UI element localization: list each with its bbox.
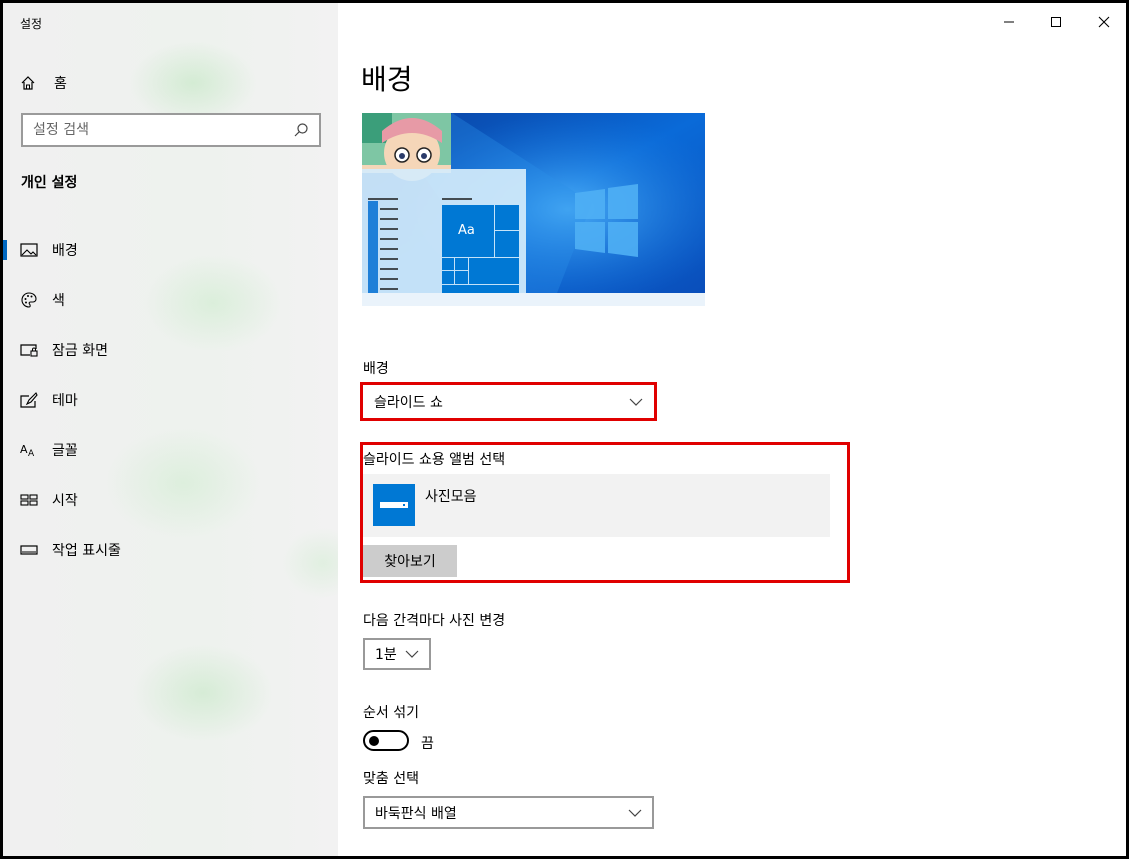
chevron-down-icon: [628, 809, 642, 817]
home-icon: [20, 75, 36, 91]
start-menu-icon: [20, 491, 38, 509]
sidebar-item-label: 색: [52, 293, 65, 309]
theme-brush-icon: [20, 391, 38, 409]
interval-label: 다음 간격마다 사진 변경: [363, 613, 506, 629]
app-title: 설정: [20, 17, 43, 31]
search-input[interactable]: [33, 122, 293, 138]
minimize-icon: [1004, 21, 1014, 23]
settings-search-box[interactable]: [21, 113, 321, 147]
chevron-down-icon: [405, 650, 419, 658]
interval-dropdown-value: 1분: [375, 647, 397, 663]
chevron-down-icon: [629, 398, 643, 406]
sidebar-item-label: 작업 표시줄: [52, 543, 121, 559]
sidebar-item-fonts[interactable]: AA 글꼴: [3, 425, 338, 475]
fit-dropdown-value: 바둑판식 배열: [375, 805, 457, 822]
sidebar-nav: 배경 색 잠금 화면 테마 AA 글꼴 시작 작업 표시줄: [3, 225, 338, 575]
home-label: 홈: [54, 76, 67, 92]
background-dropdown[interactable]: 슬라이드 쇼: [364, 386, 653, 417]
taskbar-icon: [20, 541, 38, 559]
sidebar-item-taskbar[interactable]: 작업 표시줄: [3, 525, 338, 575]
sidebar-item-label: 테마: [52, 393, 78, 409]
sidebar-item-start[interactable]: 시작: [3, 475, 338, 525]
background-preview: Aa: [362, 113, 705, 306]
lock-screen-icon: [20, 341, 38, 359]
folder-icon: [373, 484, 415, 526]
album-item[interactable]: 사진모음: [363, 474, 830, 537]
maximize-button[interactable]: [1042, 8, 1070, 36]
svg-text:A: A: [28, 449, 35, 458]
page-title: 배경: [361, 63, 413, 96]
search-icon[interactable]: [293, 122, 309, 138]
background-dropdown-value: 슬라이드 쇼: [374, 394, 443, 411]
shuffle-state-text: 끔: [421, 736, 434, 752]
background-label: 배경: [363, 361, 389, 377]
album-section-label: 슬라이드 쇼용 앨범 선택: [363, 452, 506, 468]
minimize-button[interactable]: [995, 8, 1023, 36]
close-icon: [1098, 16, 1110, 28]
sidebar: 설정 홈 개인 설정 배경 색 잠금 화면: [3, 3, 338, 856]
sidebar-item-label: 시작: [52, 493, 78, 509]
sidebar-item-label: 잠금 화면: [52, 343, 108, 359]
sidebar-item-label: 배경: [52, 243, 78, 259]
album-name: 사진모음: [425, 489, 477, 505]
svg-text:A: A: [20, 443, 28, 456]
font-icon: AA: [20, 441, 38, 459]
sidebar-item-background[interactable]: 배경: [3, 225, 338, 275]
sidebar-item-color[interactable]: 색: [3, 275, 338, 325]
sidebar-item-label: 글꼴: [52, 443, 78, 459]
home-nav-item[interactable]: 홈: [20, 71, 67, 95]
sidebar-item-lock-screen[interactable]: 잠금 화면: [3, 325, 338, 375]
shuffle-toggle[interactable]: [363, 730, 409, 751]
toggle-knob: [369, 736, 379, 746]
picture-icon: [20, 241, 38, 259]
palette-icon: [20, 291, 38, 309]
fit-dropdown[interactable]: 바둑판식 배열: [363, 796, 654, 829]
close-button[interactable]: [1090, 8, 1118, 36]
preview-tile-text: Aa: [458, 223, 475, 238]
maximize-icon: [1051, 17, 1061, 27]
section-title: 개인 설정: [21, 175, 78, 191]
shuffle-label: 순서 섞기: [363, 705, 419, 721]
sidebar-item-theme[interactable]: 테마: [3, 375, 338, 425]
browse-button[interactable]: 찾아보기: [363, 545, 457, 577]
fit-label: 맞춤 선택: [363, 771, 419, 787]
interval-dropdown[interactable]: 1분: [363, 638, 431, 670]
